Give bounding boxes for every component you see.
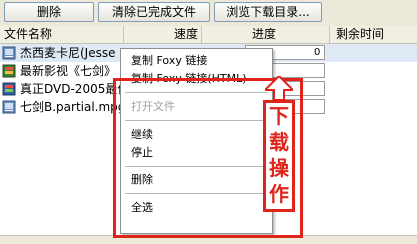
annotation-label: 下 载 操 作 bbox=[263, 100, 295, 212]
menu-item-copy-foxy-link[interactable]: 复制 Foxy 链接 bbox=[131, 53, 207, 69]
list-item-name: 最新影视《七剑》 bbox=[20, 64, 117, 78]
annotation-char: 操 bbox=[269, 156, 289, 180]
annotation-char: 载 bbox=[269, 130, 289, 154]
media-file-icon bbox=[2, 64, 16, 78]
delete-button[interactable]: 删除 bbox=[4, 2, 94, 22]
list-header: 文件名称 速度 进度 剩余时间 bbox=[0, 26, 417, 44]
annotation-char: 作 bbox=[269, 182, 289, 206]
column-header-name[interactable]: 文件名称 bbox=[0, 26, 124, 43]
list-item-name: 杰西麦卡尼(Jesse bbox=[20, 46, 116, 60]
video-file-icon bbox=[2, 46, 16, 60]
list-item-name: 真正DVD-2005最佳 bbox=[20, 82, 124, 96]
column-header-speed[interactable]: 速度 bbox=[124, 26, 202, 43]
list-item-name: 七剑B.partial.mpg bbox=[20, 100, 124, 114]
clear-completed-button[interactable]: 清除已完成文件 bbox=[98, 2, 210, 22]
annotation-char: 下 bbox=[269, 104, 289, 128]
column-header-progress[interactable]: 进度 bbox=[202, 26, 330, 43]
browse-download-dir-button[interactable]: 浏览下载目录... bbox=[214, 2, 322, 22]
progress-text: 0 bbox=[314, 47, 321, 58]
column-header-remaining-time[interactable]: 剩余时间 bbox=[330, 26, 417, 43]
media-file-icon bbox=[2, 82, 16, 96]
red-arrow-icon bbox=[265, 76, 293, 100]
video-file-icon bbox=[2, 100, 16, 114]
toolbar: 删除 清除已完成文件 浏览下载目录... bbox=[0, 0, 417, 24]
